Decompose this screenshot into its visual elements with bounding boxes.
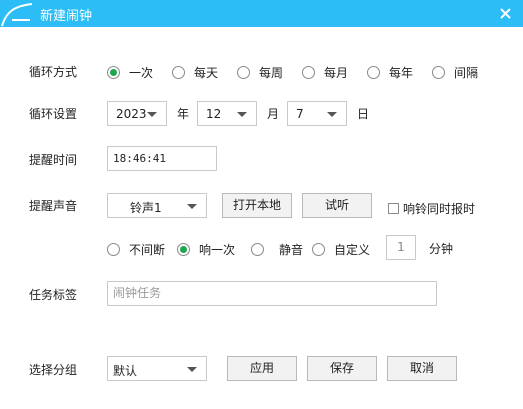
cycle-option-label: 每年: [389, 66, 414, 80]
announce-time-checkbox[interactable]: 响铃同时报时: [388, 200, 475, 217]
cycle-option-interval[interactable]: 间隔: [432, 64, 478, 81]
cycle-option-label: 每月: [324, 66, 349, 80]
radio-selected-icon: [177, 243, 190, 256]
radio-icon: [237, 66, 250, 79]
reminder-time-input[interactable]: 18:46:41: [107, 146, 217, 171]
cancel-button[interactable]: 取消: [387, 356, 457, 381]
radio-icon: [432, 66, 445, 79]
cycle-option-label: 每周: [259, 66, 284, 80]
announce-time-label: 响铃同时报时: [403, 202, 476, 216]
cycle-option-weekly[interactable]: 每周: [237, 64, 283, 81]
title-bar: 新建闹钟: [0, 0, 523, 27]
radio-icon: [302, 66, 315, 79]
cycle-settings-label: 循环设置: [29, 107, 78, 121]
play-mode-mute[interactable]: 静音: [251, 241, 303, 258]
play-mode-label: 响一次: [199, 243, 236, 257]
cycle-option-label: 每天: [194, 66, 219, 80]
month-select[interactable]: 12: [197, 101, 257, 126]
year-select[interactable]: 2023: [107, 101, 167, 126]
task-label-label: 任务标签: [29, 288, 78, 302]
radio-selected-icon: [107, 66, 120, 79]
window-title: 新建闹钟: [40, 9, 93, 24]
cycle-option-monthly[interactable]: 每月: [302, 64, 348, 81]
cycle-option-daily[interactable]: 每天: [172, 64, 218, 81]
day-value: 7: [296, 107, 304, 121]
checkbox-icon: [388, 203, 399, 214]
radio-icon: [367, 66, 380, 79]
radio-icon: [107, 243, 120, 256]
day-unit: 日: [357, 107, 370, 121]
preview-button[interactable]: 试听: [302, 193, 372, 218]
chevron-down-icon: [147, 112, 157, 117]
play-mode-label: 自定义: [334, 243, 371, 257]
radio-icon: [251, 243, 264, 256]
day-select[interactable]: 7: [287, 101, 347, 126]
year-value: 2023: [116, 107, 147, 121]
save-button[interactable]: 保存: [307, 356, 377, 381]
close-icon[interactable]: [498, 6, 513, 21]
play-mode-label: 静音: [279, 243, 304, 257]
chevron-down-icon: [187, 367, 197, 372]
sound-select[interactable]: 铃声1: [107, 193, 207, 218]
task-label-input[interactable]: 闹钟任务: [107, 281, 437, 306]
group-value: 默认: [113, 364, 138, 378]
month-value: 12: [206, 107, 222, 121]
play-mode-once[interactable]: 响一次: [177, 241, 235, 258]
reminder-time-label: 提醒时间: [29, 153, 78, 167]
radio-icon: [172, 66, 185, 79]
open-local-button[interactable]: 打开本地: [222, 193, 292, 218]
cycle-option-once[interactable]: 一次: [107, 64, 153, 81]
custom-minutes-input[interactable]: 1: [386, 235, 416, 260]
play-mode-label: 不间断: [129, 243, 166, 257]
chevron-down-icon: [327, 112, 337, 117]
apply-button[interactable]: 应用: [227, 356, 297, 381]
group-select[interactable]: 默认: [107, 356, 207, 381]
cycle-mode-label: 循环方式: [29, 65, 78, 79]
year-unit: 年: [177, 107, 190, 121]
minutes-unit: 分钟: [429, 242, 454, 256]
app-logo-icon: [1, 3, 33, 27]
chevron-down-icon: [237, 112, 247, 117]
reminder-sound-label: 提醒声音: [29, 199, 78, 213]
cycle-option-yearly[interactable]: 每年: [367, 64, 413, 81]
month-unit: 月: [267, 107, 280, 121]
cycle-option-label: 一次: [129, 66, 154, 80]
cycle-option-label: 间隔: [454, 66, 479, 80]
group-label: 选择分组: [29, 363, 78, 377]
play-mode-custom[interactable]: 自定义: [312, 241, 370, 258]
sound-value: 铃声1: [130, 201, 162, 215]
chevron-down-icon: [187, 204, 197, 209]
play-mode-continuous[interactable]: 不间断: [107, 241, 165, 258]
radio-icon: [312, 243, 325, 256]
